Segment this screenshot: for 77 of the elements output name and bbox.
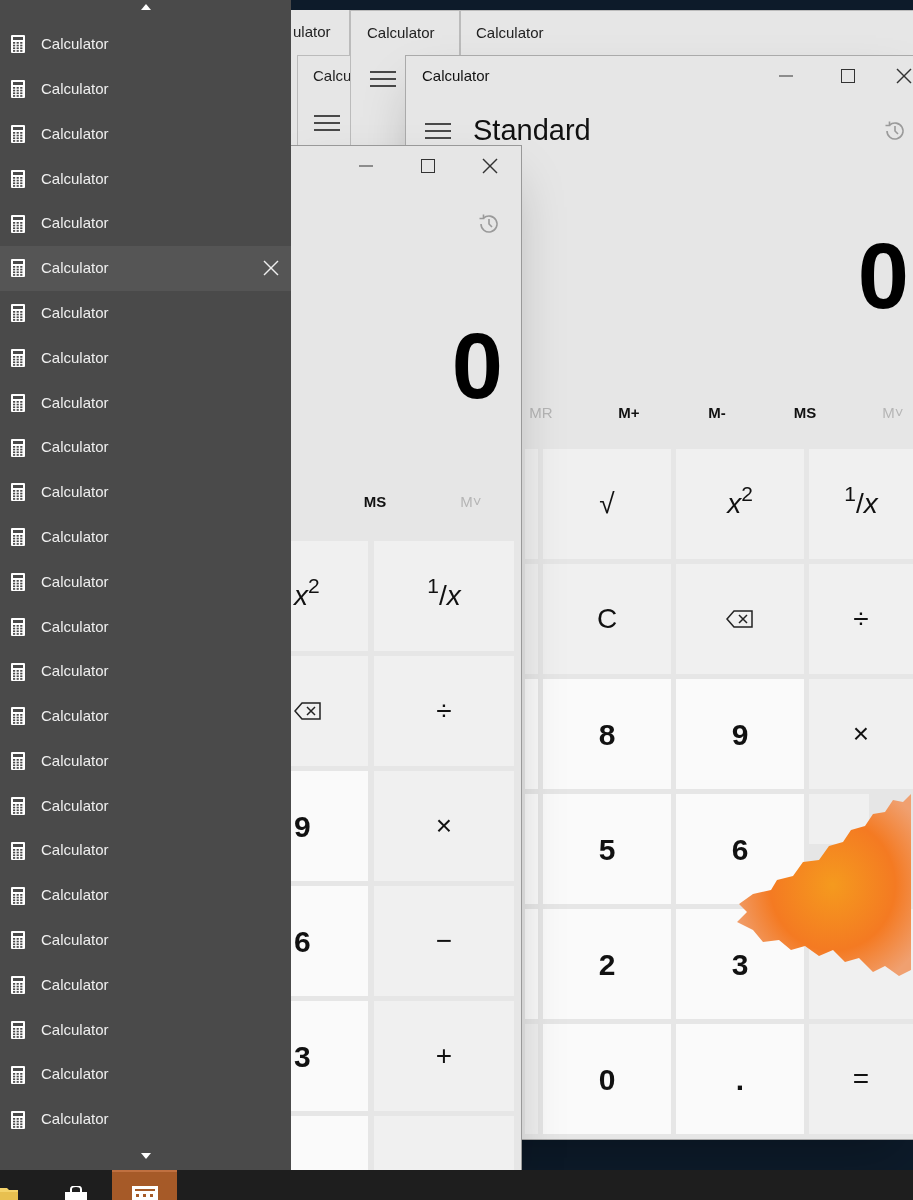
calculator-icon — [11, 1065, 25, 1084]
calculator-icon — [11, 528, 25, 547]
operator-key[interactable]: ÷ — [809, 564, 913, 674]
calculator-icon — [11, 125, 25, 143]
calculator-icon — [11, 931, 25, 950]
digit-key[interactable]: 2 — [543, 909, 671, 1019]
operator-key[interactable]: − — [374, 886, 514, 996]
maximize-icon[interactable] — [841, 69, 855, 83]
digit-key[interactable]: 5 — [543, 794, 671, 904]
digit-key[interactable]: 8 — [543, 679, 671, 789]
window-title: Calculator — [422, 65, 490, 86]
digit-key[interactable]: 9 — [676, 679, 804, 789]
calculator-icon — [11, 80, 25, 99]
mode-title: Standard — [473, 113, 591, 149]
window-title: Calculator — [476, 24, 544, 42]
operator-key[interactable]: x$^{2}$ — [676, 449, 804, 559]
digit-key[interactable]: 6 — [291, 886, 368, 996]
operator-key[interactable]: + — [374, 1001, 514, 1111]
digit-key[interactable]: 0 — [543, 1024, 671, 1134]
calculator-icon — [11, 572, 25, 591]
backspace-icon — [294, 701, 322, 721]
digit-key[interactable]: 3 — [291, 1001, 368, 1111]
digit-key[interactable]: 6 — [676, 794, 804, 904]
memory-button[interactable]: MS — [355, 471, 395, 533]
calculator-icon — [11, 214, 25, 233]
calculator-icon — [11, 35, 25, 54]
scroll-up-icon[interactable] — [140, 4, 151, 10]
calculator-icon — [11, 707, 25, 726]
operator-key[interactable]: x$^{2}$ — [291, 541, 368, 651]
operator-key[interactable]: = — [809, 1024, 913, 1134]
window-title: ulator — [293, 23, 331, 41]
calculator-icon — [11, 976, 25, 995]
backspace-icon — [726, 609, 754, 629]
calculator-icon — [11, 617, 25, 636]
shopping-bag-icon — [63, 1186, 89, 1200]
calculator-icon — [11, 304, 25, 323]
display-value: 0 — [857, 230, 909, 322]
menu-icon[interactable] — [314, 114, 340, 132]
calculator-icon — [11, 483, 25, 502]
digit-key[interactable]: 9 — [291, 771, 368, 881]
calculator-icon — [11, 752, 25, 771]
history-icon[interactable] — [883, 119, 907, 143]
close-icon[interactable] — [896, 68, 912, 84]
memory-button[interactable]: MS — [787, 386, 823, 441]
calculator-icon — [11, 841, 25, 860]
memory-button[interactable]: M- — [699, 386, 735, 441]
folder-icon — [0, 1186, 18, 1200]
calculator-icon — [11, 1110, 25, 1129]
calculator-icon — [11, 259, 25, 278]
window-title: Calculator — [367, 24, 435, 42]
menu-icon[interactable] — [425, 122, 451, 140]
backspace-key[interactable] — [291, 656, 368, 766]
calculator-icon — [11, 1020, 25, 1039]
calculator-icon — [11, 886, 25, 905]
display-value: 0 — [451, 320, 503, 412]
window-title: Calcu — [313, 67, 352, 85]
operator-key[interactable]: ÷ — [374, 656, 514, 766]
calculator-icon — [11, 662, 25, 681]
operator-key[interactable]: C — [543, 564, 671, 674]
digit-key[interactable]: . — [676, 1024, 804, 1134]
calculator-icon — [11, 438, 25, 457]
operator-key[interactable]: $^{1}$/x — [809, 449, 913, 559]
operator-key[interactable]: × — [374, 771, 514, 881]
calculator-icon — [11, 348, 25, 367]
calculator-icon — [11, 393, 25, 412]
calculator-icon — [11, 169, 25, 188]
jump-list-item[interactable]: Calculator — [0, 246, 291, 291]
scroll-down-icon[interactable] — [140, 1152, 151, 1159]
operator-key[interactable]: $^{1}$/x — [374, 541, 514, 651]
calculator-icon — [131, 1186, 158, 1200]
operator-key[interactable]: √ — [543, 449, 671, 559]
close-icon[interactable] — [482, 158, 498, 174]
calculator-icon — [11, 796, 25, 815]
memory-button[interactable]: M+ — [611, 386, 647, 441]
maximize-icon[interactable] — [421, 159, 435, 173]
menu-icon[interactable] — [370, 70, 396, 88]
operator-key[interactable]: × — [809, 679, 913, 789]
